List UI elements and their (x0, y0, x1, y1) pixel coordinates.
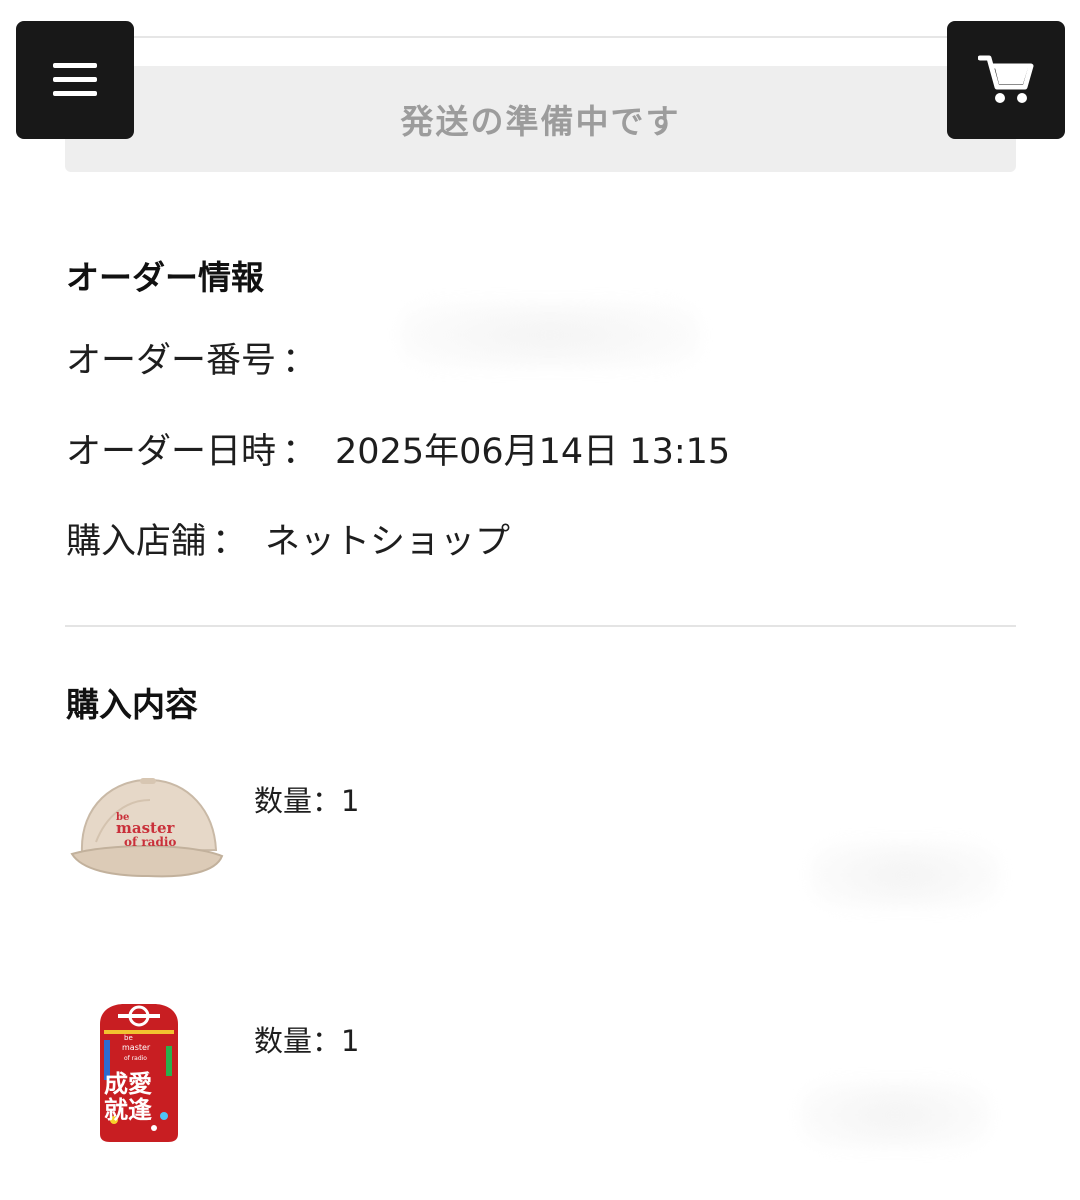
cap-logo-line3: of radio (124, 835, 176, 849)
redacted-order-number (400, 300, 700, 370)
item-quantity: 数量：1 (254, 1018, 359, 1060)
hamburger-menu-icon (53, 63, 97, 96)
status-banner: 発送の準備中です (65, 66, 1016, 172)
quantity-value: 1 (341, 784, 360, 818)
omamori-line4: 成愛 (104, 1069, 152, 1098)
quantity-value: 1 (341, 1024, 360, 1058)
item-quantity: 数量：1 (254, 778, 359, 820)
order-info-title: オーダー情報 (66, 258, 264, 297)
omamori-line3: of radio (124, 1055, 147, 1062)
store-row: 購入店舗： ネットショップ (66, 513, 510, 564)
cart-button[interactable] (947, 21, 1065, 139)
quantity-label: 数量： (254, 1024, 342, 1058)
order-number-separator: ： (282, 341, 318, 381)
order-datetime-label: オーダー日時 (66, 432, 277, 472)
store-value: ネットショップ (265, 522, 511, 562)
order-number-label: オーダー番号 (66, 341, 277, 381)
redacted-price (800, 1080, 990, 1150)
redacted-price (810, 840, 1000, 910)
order-datetime-value: 2025年06月14日 13:15 (335, 432, 731, 472)
status-text: 発送の準備中です (400, 102, 681, 141)
purchase-title: 購入内容 (66, 685, 198, 724)
omamori-image: be master of radio 成愛 就逢 (100, 1004, 178, 1142)
order-number-row: オーダー番号： (66, 332, 335, 383)
quantity-label: 数量： (254, 784, 342, 818)
store-separator: ： (212, 522, 248, 562)
menu-button[interactable] (16, 21, 134, 139)
omamori-line5: 就逢 (104, 1095, 152, 1124)
order-detail-page: 発送の準備中です オーダー情報 オーダー番号： オーダー日時： 2025年06月1… (0, 0, 1080, 1200)
omamori-line1: be (124, 1034, 133, 1042)
cap-image: be master of radio (70, 778, 224, 878)
section-divider (65, 625, 1016, 627)
store-label: 購入店舗 (66, 522, 207, 562)
order-datetime-separator: ： (282, 432, 318, 472)
omamori-line2: master (122, 1043, 151, 1052)
top-divider (134, 36, 1016, 38)
cart-icon (978, 55, 1034, 103)
order-datetime-row: オーダー日時： 2025年06月14日 13:15 (66, 423, 730, 474)
